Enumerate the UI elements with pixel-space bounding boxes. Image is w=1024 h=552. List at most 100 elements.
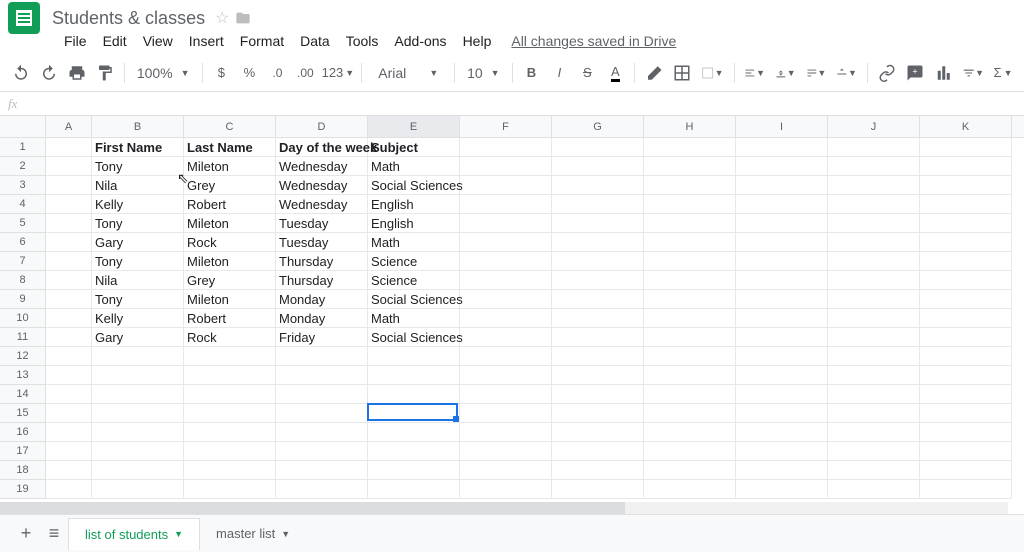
cell-K16[interactable] bbox=[920, 423, 1012, 442]
column-header-G[interactable]: G bbox=[552, 116, 644, 137]
cell-I8[interactable] bbox=[736, 271, 828, 290]
cell-G9[interactable] bbox=[552, 290, 644, 309]
cell-D7[interactable]: Thursday bbox=[276, 252, 368, 271]
cell-C6[interactable]: Rock bbox=[184, 233, 276, 252]
menu-help[interactable]: Help bbox=[455, 31, 500, 51]
cell-D11[interactable]: Friday bbox=[276, 328, 368, 347]
cell-I17[interactable] bbox=[736, 442, 828, 461]
cell-K4[interactable] bbox=[920, 195, 1012, 214]
cell-K15[interactable] bbox=[920, 404, 1012, 423]
cell-J1[interactable] bbox=[828, 138, 920, 157]
sheet-tab-list-of-students[interactable]: list of students ▼ bbox=[68, 518, 200, 550]
cell-F6[interactable] bbox=[460, 233, 552, 252]
cell-K7[interactable] bbox=[920, 252, 1012, 271]
cell-D1[interactable]: Day of the week bbox=[276, 138, 368, 157]
cell-C9[interactable]: Mileton bbox=[184, 290, 276, 309]
cell-C4[interactable]: Robert bbox=[184, 195, 276, 214]
cell-C12[interactable] bbox=[184, 347, 276, 366]
cell-C10[interactable]: Robert bbox=[184, 309, 276, 328]
cell-K8[interactable] bbox=[920, 271, 1012, 290]
cell-A5[interactable] bbox=[46, 214, 92, 233]
cell-I1[interactable] bbox=[736, 138, 828, 157]
cell-J7[interactable] bbox=[828, 252, 920, 271]
cell-D2[interactable]: Wednesday bbox=[276, 157, 368, 176]
column-header-J[interactable]: J bbox=[828, 116, 920, 137]
cell-B4[interactable]: Kelly bbox=[92, 195, 184, 214]
cell-F16[interactable] bbox=[460, 423, 552, 442]
cell-G4[interactable] bbox=[552, 195, 644, 214]
cell-I2[interactable] bbox=[736, 157, 828, 176]
row-header-1[interactable]: 1 bbox=[0, 138, 45, 157]
column-header-I[interactable]: I bbox=[736, 116, 828, 137]
chevron-down-icon[interactable]: ▼ bbox=[281, 529, 290, 539]
cell-H11[interactable] bbox=[644, 328, 736, 347]
horizontal-scrollbar[interactable] bbox=[0, 502, 1008, 514]
cell-H12[interactable] bbox=[644, 347, 736, 366]
menu-view[interactable]: View bbox=[135, 31, 181, 51]
cell-C5[interactable]: Mileton bbox=[184, 214, 276, 233]
cell-B2[interactable]: Tony bbox=[92, 157, 184, 176]
italic-button[interactable]: I bbox=[546, 60, 572, 86]
cell-F8[interactable] bbox=[460, 271, 552, 290]
cell-K14[interactable] bbox=[920, 385, 1012, 404]
cell-G15[interactable] bbox=[552, 404, 644, 423]
cell-H19[interactable] bbox=[644, 480, 736, 499]
cell-C14[interactable] bbox=[184, 385, 276, 404]
cell-H6[interactable] bbox=[644, 233, 736, 252]
cell-G12[interactable] bbox=[552, 347, 644, 366]
row-header-11[interactable]: 11 bbox=[0, 328, 45, 347]
cell-D9[interactable]: Monday bbox=[276, 290, 368, 309]
menu-file[interactable]: File bbox=[56, 31, 95, 51]
cell-F5[interactable] bbox=[460, 214, 552, 233]
font-size-select[interactable]: 10▼ bbox=[461, 65, 506, 81]
column-header-D[interactable]: D bbox=[276, 116, 368, 137]
cell-D8[interactable]: Thursday bbox=[276, 271, 368, 290]
cell-C13[interactable] bbox=[184, 366, 276, 385]
cell-F9[interactable] bbox=[460, 290, 552, 309]
cell-A18[interactable] bbox=[46, 461, 92, 480]
cell-D18[interactable] bbox=[276, 461, 368, 480]
cell-I5[interactable] bbox=[736, 214, 828, 233]
cell-C2[interactable]: Mileton bbox=[184, 157, 276, 176]
cell-H5[interactable] bbox=[644, 214, 736, 233]
cell-A7[interactable] bbox=[46, 252, 92, 271]
cell-E4[interactable]: English bbox=[368, 195, 460, 214]
add-sheet-button[interactable]: + bbox=[12, 520, 40, 548]
cell-A17[interactable] bbox=[46, 442, 92, 461]
cell-E9[interactable]: Social Sciences bbox=[368, 290, 460, 309]
cell-A10[interactable] bbox=[46, 309, 92, 328]
cell-H3[interactable] bbox=[644, 176, 736, 195]
cell-H13[interactable] bbox=[644, 366, 736, 385]
cell-J16[interactable] bbox=[828, 423, 920, 442]
cell-J15[interactable] bbox=[828, 404, 920, 423]
cell-E2[interactable]: Math bbox=[368, 157, 460, 176]
cell-I10[interactable] bbox=[736, 309, 828, 328]
cell-D5[interactable]: Tuesday bbox=[276, 214, 368, 233]
cell-B10[interactable]: Kelly bbox=[92, 309, 184, 328]
bold-button[interactable]: B bbox=[518, 60, 544, 86]
cell-E14[interactable] bbox=[368, 385, 460, 404]
cell-K5[interactable] bbox=[920, 214, 1012, 233]
redo-button[interactable] bbox=[36, 60, 62, 86]
cell-J17[interactable] bbox=[828, 442, 920, 461]
cell-J11[interactable] bbox=[828, 328, 920, 347]
cell-A1[interactable] bbox=[46, 138, 92, 157]
cell-J9[interactable] bbox=[828, 290, 920, 309]
row-header-6[interactable]: 6 bbox=[0, 233, 45, 252]
cell-B6[interactable]: Gary bbox=[92, 233, 184, 252]
document-title[interactable]: Students & classes bbox=[52, 8, 205, 29]
cell-H18[interactable] bbox=[644, 461, 736, 480]
save-status[interactable]: All changes saved in Drive bbox=[511, 33, 676, 49]
cell-J5[interactable] bbox=[828, 214, 920, 233]
cell-I18[interactable] bbox=[736, 461, 828, 480]
cell-D17[interactable] bbox=[276, 442, 368, 461]
cell-D4[interactable]: Wednesday bbox=[276, 195, 368, 214]
row-header-5[interactable]: 5 bbox=[0, 214, 45, 233]
cell-G2[interactable] bbox=[552, 157, 644, 176]
cell-F15[interactable] bbox=[460, 404, 552, 423]
cell-K6[interactable] bbox=[920, 233, 1012, 252]
cell-F19[interactable] bbox=[460, 480, 552, 499]
functions-button[interactable]: Σ▼ bbox=[990, 60, 1016, 86]
currency-button[interactable]: $ bbox=[208, 60, 234, 86]
cell-F4[interactable] bbox=[460, 195, 552, 214]
